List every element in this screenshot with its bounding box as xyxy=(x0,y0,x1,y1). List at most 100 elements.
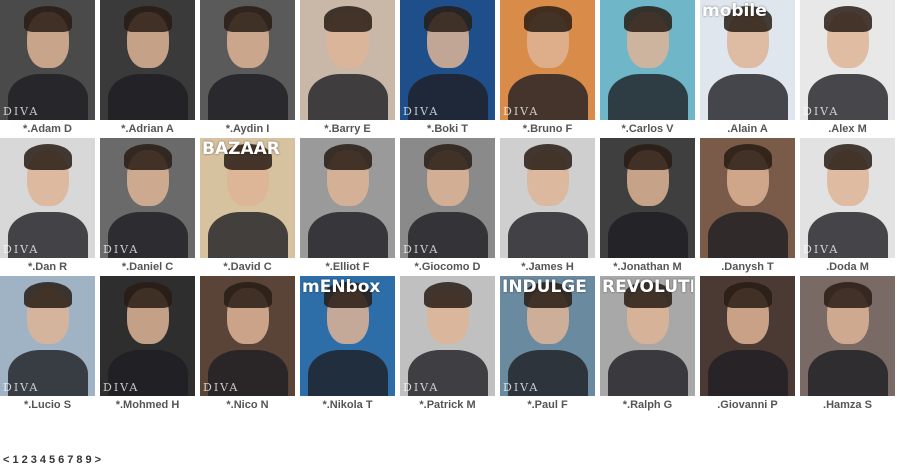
model-name-link[interactable]: *.Dan R xyxy=(28,261,67,274)
magazine-title: REVOLUTION xyxy=(602,278,693,296)
model-card[interactable]: *.Aydin I xyxy=(200,0,295,138)
model-name-link[interactable]: *.Elliot F xyxy=(326,261,370,274)
model-name-link[interactable]: *.Paul F xyxy=(527,399,567,412)
model-photo[interactable] xyxy=(800,276,895,396)
model-card[interactable]: .Hamza S xyxy=(800,276,895,414)
model-card[interactable]: DIVA *.Patrick M xyxy=(400,276,495,414)
model-card[interactable]: DIVA *.Bruno F xyxy=(500,0,595,138)
model-name-link[interactable]: .Giovanni P xyxy=(717,399,778,412)
model-card[interactable]: *.Barry E xyxy=(300,0,395,138)
model-photo[interactable]: DIVA xyxy=(0,276,95,396)
page-link[interactable]: 5 xyxy=(49,454,55,466)
model-photo[interactable]: DIVA xyxy=(100,138,195,258)
model-card[interactable]: BAZAAR *.David C xyxy=(200,138,295,276)
model-card[interactable]: DIVA *.Boki T xyxy=(400,0,495,138)
model-photo[interactable]: mENbox xyxy=(300,276,395,396)
model-name-link[interactable]: *.Nico N xyxy=(226,399,268,412)
model-photo[interactable]: DIVA xyxy=(500,0,595,120)
model-photo[interactable]: DIVA xyxy=(800,138,895,258)
page-link[interactable]: 3 xyxy=(31,454,37,466)
model-photo[interactable] xyxy=(200,0,295,120)
model-card[interactable]: *.Adrian A xyxy=(100,0,195,138)
model-name-link[interactable]: *.Lucio S xyxy=(24,399,71,412)
model-photo[interactable] xyxy=(100,0,195,120)
model-card[interactable]: DIVA *.Giocomo D xyxy=(400,138,495,276)
model-name-link[interactable]: *.David C xyxy=(223,261,271,274)
model-photo[interactable]: DIVA xyxy=(400,276,495,396)
model-name-link[interactable]: *.Adrian A xyxy=(121,123,174,136)
model-name-link[interactable]: *.Jonathan M xyxy=(613,261,681,274)
page-link[interactable]: 1 xyxy=(12,454,18,466)
model-photo[interactable] xyxy=(600,0,695,120)
model-photo[interactable]: DIVA xyxy=(400,138,495,258)
model-photo[interactable]: REVOLUTION xyxy=(600,276,695,396)
model-name-link[interactable]: *.Mohmed H xyxy=(116,399,180,412)
model-photo[interactable] xyxy=(700,276,795,396)
model-photo[interactable]: INDULGE DIVA xyxy=(500,276,595,396)
model-photo[interactable] xyxy=(300,138,395,258)
model-name-link[interactable]: *.Bruno F xyxy=(523,123,573,136)
model-photo[interactable]: BAZAAR xyxy=(200,138,295,258)
model-name-link[interactable]: *.Nikola T xyxy=(322,399,372,412)
model-card[interactable]: DIVA *.Daniel C xyxy=(100,138,195,276)
photo-hair-shape xyxy=(324,6,372,32)
model-photo[interactable] xyxy=(700,138,795,258)
diva-watermark: DIVA xyxy=(3,105,40,118)
model-name-link[interactable]: *.James H xyxy=(521,261,574,274)
prev-page-link[interactable]: < xyxy=(3,454,9,466)
photo-torso-shape xyxy=(608,212,688,258)
model-photo[interactable]: DIVA xyxy=(200,276,295,396)
model-card[interactable]: .Giovanni P xyxy=(700,276,795,414)
page-link[interactable]: 2 xyxy=(22,454,28,466)
model-card[interactable]: INDULGE DIVA *.Paul F xyxy=(500,276,595,414)
model-card[interactable]: DIVA *.Nico N xyxy=(200,276,295,414)
model-card[interactable]: DIVA *.Dan R xyxy=(0,138,95,276)
model-card[interactable]: DIVA *.Mohmed H xyxy=(100,276,195,414)
model-name-link[interactable]: *.Boki T xyxy=(427,123,468,136)
model-card[interactable]: DIVA .Doda M xyxy=(800,138,895,276)
photo-hair-shape xyxy=(224,6,272,32)
page-link[interactable]: 8 xyxy=(76,454,82,466)
model-card[interactable]: DIVA *.Lucio S xyxy=(0,276,95,414)
page-link[interactable]: 4 xyxy=(40,454,46,466)
model-name-link[interactable]: *.Barry E xyxy=(324,123,370,136)
page-link[interactable]: 9 xyxy=(85,454,91,466)
model-photo[interactable]: DIVA xyxy=(0,0,95,120)
model-name-link[interactable]: .Danysh T xyxy=(721,261,774,274)
model-card[interactable]: *.James H xyxy=(500,138,595,276)
model-name-link[interactable]: *.Adam D xyxy=(23,123,72,136)
model-name-link[interactable]: *.Patrick M xyxy=(419,399,475,412)
next-page-link[interactable]: > xyxy=(95,454,101,466)
model-name-link[interactable]: .Alex M xyxy=(828,123,867,136)
model-name-link[interactable]: .Hamza S xyxy=(823,399,872,412)
model-card[interactable]: DIVA *.Adam D xyxy=(0,0,95,138)
photo-hair-shape xyxy=(424,282,472,308)
model-card[interactable]: .Danysh T xyxy=(700,138,795,276)
model-name-link[interactable]: .Doda M xyxy=(826,261,869,274)
model-name-link[interactable]: *.Ralph G xyxy=(623,399,673,412)
model-name-link[interactable]: *.Aydin I xyxy=(226,123,270,136)
model-photo[interactable] xyxy=(300,0,395,120)
model-photo[interactable]: DIVA xyxy=(400,0,495,120)
model-photo[interactable]: mobile xyxy=(700,0,795,120)
model-name-link[interactable]: *.Giocomo D xyxy=(414,261,480,274)
model-card[interactable]: mobile .Alain A xyxy=(700,0,795,138)
model-name-link[interactable]: *.Carlos V xyxy=(622,123,674,136)
model-card[interactable]: *.Carlos V xyxy=(600,0,695,138)
model-photo[interactable] xyxy=(500,138,595,258)
model-photo[interactable]: DIVA xyxy=(0,138,95,258)
model-photo[interactable] xyxy=(600,138,695,258)
page-link[interactable]: 7 xyxy=(67,454,73,466)
model-card[interactable]: *.Jonathan M xyxy=(600,138,695,276)
model-card[interactable]: DIVA .Alex M xyxy=(800,0,895,138)
model-card[interactable]: mENbox *.Nikola T xyxy=(300,276,395,414)
page-link[interactable]: 6 xyxy=(58,454,64,466)
model-name-link[interactable]: *.Daniel C xyxy=(122,261,173,274)
page-links: 123456789 xyxy=(12,454,91,466)
photo-hair-shape xyxy=(524,144,572,170)
model-card[interactable]: REVOLUTION *.Ralph G xyxy=(600,276,695,414)
model-photo[interactable]: DIVA xyxy=(800,0,895,120)
model-card[interactable]: *.Elliot F xyxy=(300,138,395,276)
model-photo[interactable]: DIVA xyxy=(100,276,195,396)
model-name-link[interactable]: .Alain A xyxy=(727,123,768,136)
